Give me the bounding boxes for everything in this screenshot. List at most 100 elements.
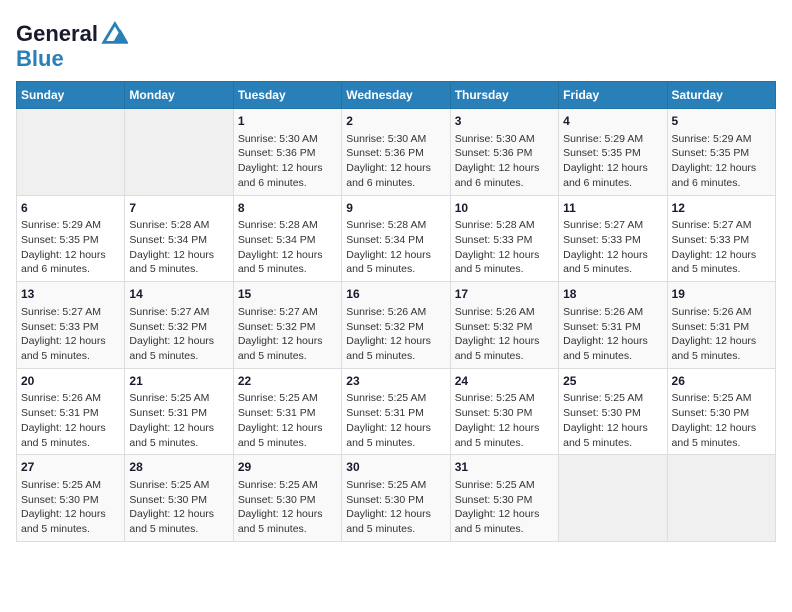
day-info: Sunrise: 5:27 AM Sunset: 5:33 PM Dayligh…	[563, 218, 662, 277]
calendar-cell: 5 Sunrise: 5:29 AM Sunset: 5:35 PM Daylig…	[667, 109, 775, 196]
day-number: 12	[672, 200, 771, 217]
calendar-week-3: 13 Sunrise: 5:27 AM Sunset: 5:33 PM Dayli…	[17, 282, 776, 369]
day-info: Sunrise: 5:25 AM Sunset: 5:30 PM Dayligh…	[672, 391, 771, 450]
calendar-cell	[17, 109, 125, 196]
day-info: Sunrise: 5:25 AM Sunset: 5:30 PM Dayligh…	[455, 478, 554, 537]
logo-text-blue: Blue	[16, 46, 64, 71]
day-info: Sunrise: 5:28 AM Sunset: 5:34 PM Dayligh…	[238, 218, 337, 277]
day-info: Sunrise: 5:25 AM Sunset: 5:30 PM Dayligh…	[238, 478, 337, 537]
day-info: Sunrise: 5:26 AM Sunset: 5:32 PM Dayligh…	[455, 305, 554, 364]
calendar-cell: 8Sunrise: 5:28 AM Sunset: 5:34 PM Daylig…	[233, 195, 341, 282]
day-number: 8	[238, 200, 337, 217]
day-info: Sunrise: 5:26 AM Sunset: 5:31 PM Dayligh…	[563, 305, 662, 364]
day-number: 9	[346, 200, 445, 217]
calendar-cell: 31Sunrise: 5:25 AM Sunset: 5:30 PM Dayli…	[450, 455, 558, 542]
calendar-cell: 1Sunrise: 5:30 AM Sunset: 5:36 PM Daylig…	[233, 109, 341, 196]
calendar-cell: 25Sunrise: 5:25 AM Sunset: 5:30 PM Dayli…	[559, 368, 667, 455]
day-info: Sunrise: 5:26 AM Sunset: 5:32 PM Dayligh…	[346, 305, 445, 364]
calendar-week-1: 1 Sunrise: 5:30 AM Sunset: 5:36 PM Daylig…	[17, 109, 776, 196]
day-info: Sunrise: 5:27 AM Sunset: 5:32 PM Dayligh…	[238, 305, 337, 364]
day-number: 11	[563, 200, 662, 217]
header-tuesday: Tuesday	[233, 82, 341, 109]
day-number: 28	[129, 459, 228, 476]
day-number: 10	[455, 200, 554, 217]
calendar-cell	[667, 455, 775, 542]
calendar-table: SundayMondayTuesdayWednesdayThursdayFrid…	[16, 81, 776, 542]
day-info: Sunrise: 5:26 AM Sunset: 5:31 PM Dayligh…	[672, 305, 771, 364]
day-info: Sunrise: 5:30 AM Sunset: 5:36 PM Dayligh…	[346, 132, 445, 191]
calendar-cell: 9Sunrise: 5:28 AM Sunset: 5:34 PM Daylig…	[342, 195, 450, 282]
calendar-cell: 20Sunrise: 5:26 AM Sunset: 5:31 PM Dayli…	[17, 368, 125, 455]
day-number: 1	[238, 113, 337, 130]
day-number: 30	[346, 459, 445, 476]
calendar-cell: 3 Sunrise: 5:30 AM Sunset: 5:36 PM Daylig…	[450, 109, 558, 196]
day-number: 21	[129, 373, 228, 390]
day-info: Sunrise: 5:28 AM Sunset: 5:34 PM Dayligh…	[129, 218, 228, 277]
logo-text-general: General	[16, 23, 98, 45]
day-info: Sunrise: 5:25 AM Sunset: 5:30 PM Dayligh…	[129, 478, 228, 537]
calendar-cell: 10Sunrise: 5:28 AM Sunset: 5:33 PM Dayli…	[450, 195, 558, 282]
calendar-cell: 21Sunrise: 5:25 AM Sunset: 5:31 PM Dayli…	[125, 368, 233, 455]
logo: General Blue	[16, 20, 128, 71]
calendar-cell	[559, 455, 667, 542]
calendar-cell: 28 Sunrise: 5:25 AM Sunset: 5:30 PM Dayli…	[125, 455, 233, 542]
day-number: 24	[455, 373, 554, 390]
header-sunday: Sunday	[17, 82, 125, 109]
day-info: Sunrise: 5:30 AM Sunset: 5:36 PM Dayligh…	[455, 132, 554, 191]
header-monday: Monday	[125, 82, 233, 109]
day-info: Sunrise: 5:29 AM Sunset: 5:35 PM Dayligh…	[563, 132, 662, 191]
day-info: Sunrise: 5:25 AM Sunset: 5:31 PM Dayligh…	[346, 391, 445, 450]
calendar-cell	[125, 109, 233, 196]
calendar-cell: 18 Sunrise: 5:26 AM Sunset: 5:31 PM Dayli…	[559, 282, 667, 369]
calendar-cell: 13 Sunrise: 5:27 AM Sunset: 5:33 PM Dayli…	[17, 282, 125, 369]
day-number: 4	[563, 113, 662, 130]
day-number: 13	[21, 286, 120, 303]
header-saturday: Saturday	[667, 82, 775, 109]
calendar-cell: 27Sunrise: 5:25 AM Sunset: 5:30 PM Dayli…	[17, 455, 125, 542]
calendar-cell: 19 Sunrise: 5:26 AM Sunset: 5:31 PM Dayli…	[667, 282, 775, 369]
calendar-cell: 30 Sunrise: 5:25 AM Sunset: 5:30 PM Dayli…	[342, 455, 450, 542]
calendar-week-4: 20Sunrise: 5:26 AM Sunset: 5:31 PM Dayli…	[17, 368, 776, 455]
day-number: 15	[238, 286, 337, 303]
calendar-cell: 7Sunrise: 5:28 AM Sunset: 5:34 PM Daylig…	[125, 195, 233, 282]
calendar-cell: 23Sunrise: 5:25 AM Sunset: 5:31 PM Dayli…	[342, 368, 450, 455]
day-info: Sunrise: 5:25 AM Sunset: 5:30 PM Dayligh…	[346, 478, 445, 537]
day-info: Sunrise: 5:27 AM Sunset: 5:32 PM Dayligh…	[129, 305, 228, 364]
day-number: 5	[672, 113, 771, 130]
header-wednesday: Wednesday	[342, 82, 450, 109]
calendar-cell: 16 Sunrise: 5:26 AM Sunset: 5:32 PM Dayli…	[342, 282, 450, 369]
day-number: 16	[346, 286, 445, 303]
day-info: Sunrise: 5:25 AM Sunset: 5:31 PM Dayligh…	[129, 391, 228, 450]
calendar-week-5: 27Sunrise: 5:25 AM Sunset: 5:30 PM Dayli…	[17, 455, 776, 542]
header-friday: Friday	[559, 82, 667, 109]
calendar-cell: 15 Sunrise: 5:27 AM Sunset: 5:32 PM Dayli…	[233, 282, 341, 369]
day-info: Sunrise: 5:27 AM Sunset: 5:33 PM Dayligh…	[672, 218, 771, 277]
day-number: 17	[455, 286, 554, 303]
calendar-cell: 6Sunrise: 5:29 AM Sunset: 5:35 PM Daylig…	[17, 195, 125, 282]
calendar-cell: 26Sunrise: 5:25 AM Sunset: 5:30 PM Dayli…	[667, 368, 775, 455]
calendar-cell: 14 Sunrise: 5:27 AM Sunset: 5:32 PM Dayli…	[125, 282, 233, 369]
day-info: Sunrise: 5:27 AM Sunset: 5:33 PM Dayligh…	[21, 305, 120, 364]
day-number: 29	[238, 459, 337, 476]
day-info: Sunrise: 5:29 AM Sunset: 5:35 PM Dayligh…	[672, 132, 771, 191]
day-info: Sunrise: 5:29 AM Sunset: 5:35 PM Dayligh…	[21, 218, 120, 277]
logo-icon	[100, 20, 128, 48]
day-number: 6	[21, 200, 120, 217]
header-thursday: Thursday	[450, 82, 558, 109]
day-number: 26	[672, 373, 771, 390]
day-number: 23	[346, 373, 445, 390]
calendar-week-2: 6Sunrise: 5:29 AM Sunset: 5:35 PM Daylig…	[17, 195, 776, 282]
day-number: 14	[129, 286, 228, 303]
day-info: Sunrise: 5:25 AM Sunset: 5:31 PM Dayligh…	[238, 391, 337, 450]
day-number: 22	[238, 373, 337, 390]
day-info: Sunrise: 5:28 AM Sunset: 5:34 PM Dayligh…	[346, 218, 445, 277]
calendar-header-row: SundayMondayTuesdayWednesdayThursdayFrid…	[17, 82, 776, 109]
day-number: 3	[455, 113, 554, 130]
day-info: Sunrise: 5:25 AM Sunset: 5:30 PM Dayligh…	[563, 391, 662, 450]
calendar-cell: 4 Sunrise: 5:29 AM Sunset: 5:35 PM Daylig…	[559, 109, 667, 196]
day-number: 19	[672, 286, 771, 303]
calendar-cell: 11Sunrise: 5:27 AM Sunset: 5:33 PM Dayli…	[559, 195, 667, 282]
day-number: 18	[563, 286, 662, 303]
day-info: Sunrise: 5:26 AM Sunset: 5:31 PM Dayligh…	[21, 391, 120, 450]
calendar-cell: 22Sunrise: 5:25 AM Sunset: 5:31 PM Dayli…	[233, 368, 341, 455]
